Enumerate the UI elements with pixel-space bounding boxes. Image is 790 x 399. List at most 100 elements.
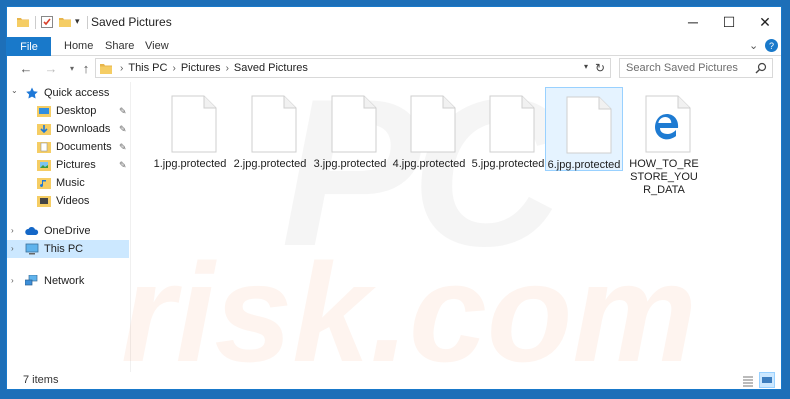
nav-item-documents[interactable]: Documents	[37, 138, 112, 156]
nav-label: Pictures	[56, 159, 96, 171]
desktop-folder-icon	[37, 106, 51, 117]
cloud-icon	[25, 227, 39, 235]
tab-view[interactable]: View	[145, 40, 169, 52]
chevron-down-icon[interactable]: ⌄	[749, 39, 758, 52]
address-bar[interactable]: › This PC › Pictures › Saved Pictures ▾ …	[95, 58, 611, 78]
ribbon-tabs: File Home Share View ⌄ ?	[7, 37, 781, 56]
navigation-pane: ⌄ Quick access Desktop ✎ Downloads ✎ Doc…	[7, 82, 130, 372]
file-name: 5.jpg.protected	[471, 158, 545, 170]
file-item[interactable]: 1.jpg.protected	[151, 87, 229, 171]
file-icon	[171, 95, 217, 153]
chevron-right-icon[interactable]: ›	[11, 226, 14, 235]
tab-home[interactable]: Home	[64, 40, 93, 52]
nav-label: Desktop	[56, 105, 97, 117]
pin-icon[interactable]: ✎	[119, 160, 127, 171]
search-icon[interactable]	[755, 62, 767, 74]
title-divider	[87, 16, 88, 29]
file-item-selected[interactable]: 6.jpg.protected	[545, 87, 623, 171]
file-list: PC risk.com 1.jpg.protected 2.jpg.protec…	[121, 55, 781, 389]
pin-icon[interactable]: ✎	[119, 142, 127, 153]
large-icons-view-icon	[762, 377, 772, 383]
address-dropdown-icon[interactable]: ▾	[584, 62, 588, 71]
nav-network[interactable]: Network	[25, 272, 84, 290]
folder-icon	[100, 63, 112, 74]
large-icons-view-button[interactable]	[759, 372, 775, 388]
file-icon	[410, 95, 456, 153]
toolbar-divider	[35, 16, 36, 29]
file-name: 1.jpg.protected	[153, 158, 227, 170]
nav-item-desktop[interactable]: Desktop	[37, 102, 96, 120]
file-icon	[566, 96, 612, 154]
pin-icon[interactable]: ✎	[119, 106, 127, 117]
file-item[interactable]: 5.jpg.protected	[469, 87, 547, 171]
status-bar: 7 items	[7, 372, 781, 389]
explorer-window: ▾ Saved Pictures ─ ☐ ✕ File Home Share V…	[6, 6, 782, 390]
chevron-right-icon[interactable]: ›	[226, 63, 229, 74]
music-folder-icon	[37, 178, 51, 189]
nav-item-music[interactable]: Music	[37, 174, 85, 192]
pin-icon[interactable]: ✎	[119, 124, 127, 135]
breadcrumb-this-pc[interactable]: This PC	[128, 62, 167, 74]
file-icon	[331, 95, 377, 153]
back-arrow-icon[interactable]: ←	[17, 59, 35, 77]
file-icon	[489, 95, 535, 153]
tab-share[interactable]: Share	[105, 40, 134, 52]
pictures-folder-icon	[37, 160, 51, 171]
file-name: 3.jpg.protected	[313, 158, 387, 170]
nav-quick-access[interactable]: Quick access	[25, 84, 109, 102]
file-item[interactable]: 3.jpg.protected	[311, 87, 389, 171]
file-item[interactable]: 2.jpg.protected	[231, 87, 309, 171]
properties-icon[interactable]	[40, 15, 54, 29]
new-folder-icon[interactable]	[58, 15, 72, 29]
chevron-right-icon[interactable]: ›	[11, 276, 14, 285]
nav-label: OneDrive	[44, 225, 91, 237]
nav-label: Network	[44, 275, 85, 287]
network-icon	[25, 275, 38, 286]
file-name: 6.jpg.protected	[547, 159, 621, 171]
file-item[interactable]: 4.jpg.protected	[390, 87, 468, 171]
file-icon	[251, 95, 297, 153]
chevron-down-icon[interactable]: ⌄	[11, 86, 18, 95]
nav-label: Music	[56, 177, 85, 189]
window-title: Saved Pictures	[91, 15, 172, 29]
up-arrow-icon[interactable]: ↑	[77, 59, 95, 77]
help-icon[interactable]: ?	[765, 39, 778, 52]
nav-item-pictures[interactable]: Pictures	[37, 156, 96, 174]
forward-arrow-icon[interactable]: →	[42, 59, 60, 77]
search-placeholder: Search Saved Pictures	[626, 62, 738, 74]
nav-label: Downloads	[56, 123, 111, 135]
star-icon	[26, 87, 38, 99]
file-name: HOW_TO_RESTORE_YOUR_DATA	[629, 158, 699, 196]
nav-this-pc[interactable]: This PC	[25, 240, 83, 258]
chevron-right-icon[interactable]: ›	[11, 244, 14, 253]
close-button[interactable]: ✕	[743, 7, 781, 37]
nav-label: Quick access	[44, 87, 110, 99]
documents-folder-icon	[37, 142, 51, 153]
search-input[interactable]: Search Saved Pictures	[619, 58, 773, 78]
computer-icon	[25, 243, 39, 255]
item-count: 7 items	[23, 374, 59, 386]
breadcrumb-pictures[interactable]: Pictures	[181, 62, 221, 74]
tab-file[interactable]: File	[7, 37, 51, 56]
nav-item-videos[interactable]: Videos	[37, 192, 89, 210]
chevron-right-icon[interactable]: ›	[172, 63, 175, 74]
nav-onedrive[interactable]: OneDrive	[25, 222, 90, 240]
file-item[interactable]: HOW_TO_RESTORE_YOUR_DATA	[625, 87, 703, 196]
file-name: 2.jpg.protected	[233, 158, 307, 170]
breadcrumb-saved-pictures[interactable]: Saved Pictures	[234, 62, 308, 74]
edge-html-file-icon	[645, 95, 691, 153]
title-bar: ▾ Saved Pictures ─ ☐ ✕	[7, 7, 781, 37]
refresh-icon[interactable]: ↻	[595, 61, 605, 75]
nav-label: This PC	[44, 243, 84, 255]
nav-label: Documents	[56, 141, 112, 153]
file-name: 4.jpg.protected	[392, 158, 466, 170]
chevron-right-icon[interactable]: ›	[120, 63, 123, 74]
nav-item-downloads[interactable]: Downloads	[37, 120, 110, 138]
watermark-text: risk.com	[121, 234, 697, 390]
folder-icon[interactable]	[16, 15, 30, 29]
videos-folder-icon	[37, 196, 51, 207]
details-view-icon[interactable]	[741, 374, 755, 388]
downloads-folder-icon	[37, 124, 51, 135]
address-row: ← → ▾ ↑ › This PC › Pictures › Saved Pic…	[7, 56, 781, 82]
nav-label: Videos	[56, 195, 90, 207]
